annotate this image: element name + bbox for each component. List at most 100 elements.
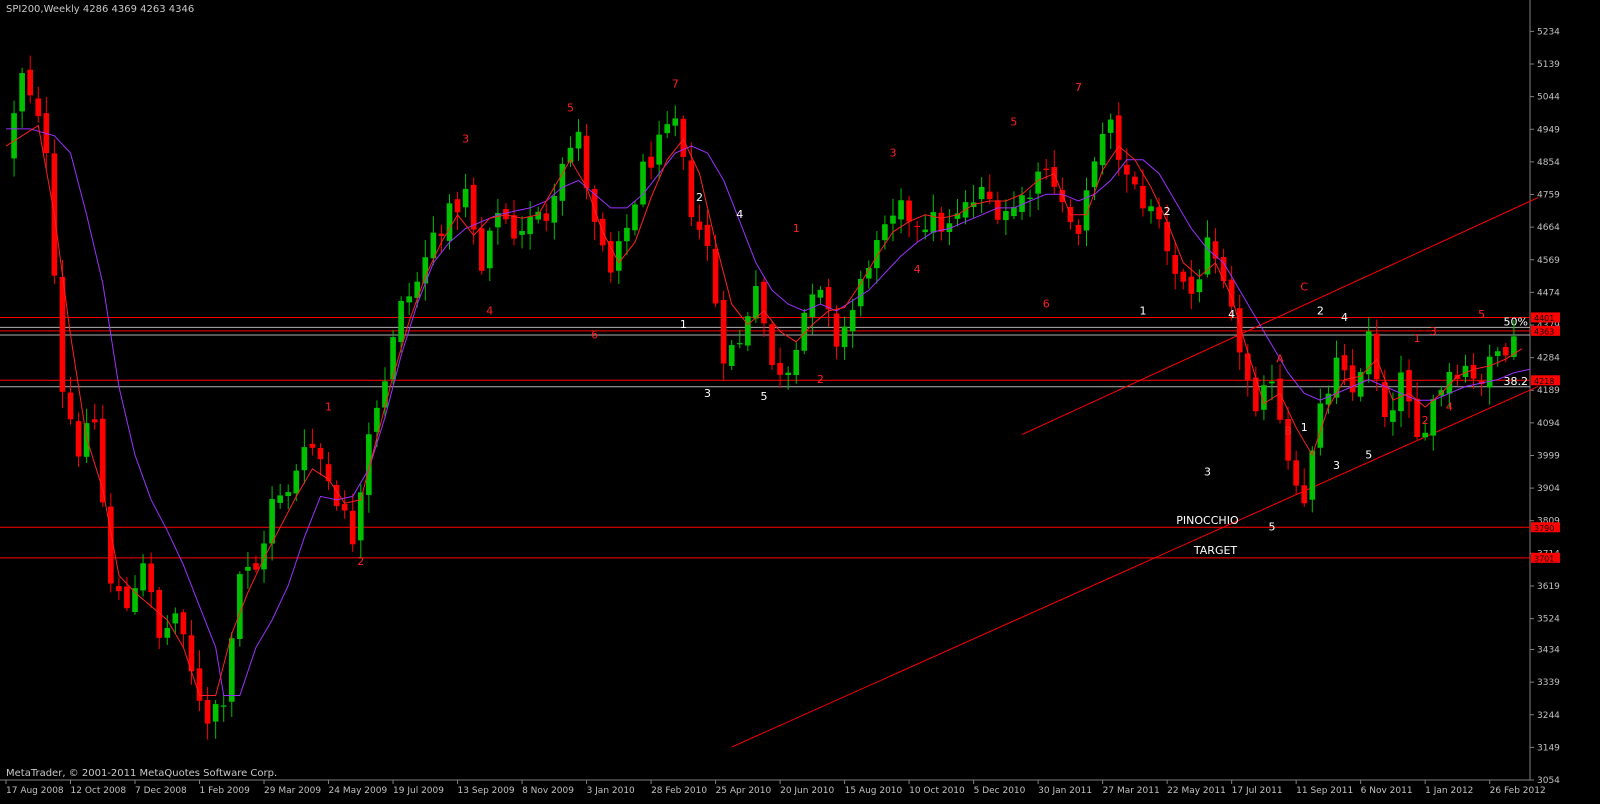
candle-body (59, 276, 66, 392)
candle-body (898, 200, 904, 220)
candle-body (777, 362, 783, 375)
wave-count-label[interactable]: 7 (672, 78, 679, 91)
candle-body (1422, 432, 1428, 438)
candle-body (124, 586, 130, 609)
candle-body (986, 191, 993, 200)
wave-count-label[interactable]: 3 (1333, 459, 1340, 472)
wave-count-label[interactable]: 2 (1317, 304, 1324, 317)
wave-count-label[interactable]: 5 (1268, 521, 1275, 534)
wave-count-label[interactable]: 1 (1139, 304, 1146, 317)
candle-body (228, 638, 235, 702)
wave-count-label[interactable]: 3 (704, 387, 711, 400)
wave-count-label[interactable]: 1 (1414, 332, 1421, 345)
candle-body (390, 337, 396, 380)
wave-count-label[interactable]: 2 (1164, 205, 1171, 218)
ohlc-readout: 4286 4369 4263 4346 (82, 4, 195, 15)
candle-body (1075, 224, 1082, 234)
wave-count-label[interactable]: B (1284, 425, 1292, 438)
candle-body (156, 590, 163, 638)
wave-count-label[interactable]: 3 (889, 146, 896, 159)
wave-count-label[interactable]: 4 (1446, 401, 1453, 414)
wave-count-label[interactable]: 3 (1430, 325, 1437, 338)
candle-body (1494, 351, 1501, 356)
wave-count-label[interactable]: 5 (760, 390, 767, 403)
time-tick-label: 19 Jul 2009 (393, 786, 444, 796)
time-tick-label: 12 Oct 2008 (71, 786, 127, 796)
wave-count-label[interactable]: 4 (1341, 311, 1348, 324)
wave-count-label[interactable]: 2 (817, 373, 824, 386)
time-tick-label: 27 Mar 2011 (1103, 786, 1160, 796)
wave-count-label[interactable]: 4 (1228, 308, 1235, 321)
candle-body (1414, 398, 1420, 438)
candle-body (704, 224, 711, 246)
candle-body (809, 294, 816, 318)
candle-body (1333, 357, 1340, 398)
wave-count-label[interactable]: 5 (567, 102, 574, 115)
wave-count-label[interactable]: 4 (486, 304, 493, 317)
candle-body (1204, 237, 1211, 275)
candle-body (277, 495, 283, 503)
candle-body (728, 345, 735, 366)
wave-count-label[interactable]: 5 (1010, 115, 1017, 128)
wave-count-label[interactable]: 1 (325, 401, 332, 414)
price-tick-label: 4094 (1537, 419, 1560, 429)
candle-body (132, 588, 138, 612)
price-tick-label: 3054 (1537, 776, 1560, 786)
candle-body (454, 199, 461, 213)
wave-count-label[interactable]: 5 (1365, 449, 1372, 462)
price-tick-label: 4474 (1537, 288, 1560, 298)
wave-count-label[interactable]: 2 (1422, 414, 1429, 427)
candle-body (382, 381, 388, 408)
candle-body (841, 326, 848, 348)
chart-text-label[interactable]: PINOCCHIO (1176, 514, 1239, 527)
price-tick-label: 5044 (1537, 93, 1560, 103)
candle-body (470, 184, 477, 230)
price-chart[interactable]: 5234513950444949485447594664456944744379… (0, 0, 1600, 800)
time-tick-label: 29 Mar 2009 (264, 786, 321, 796)
price-tick-label: 3904 (1537, 484, 1560, 494)
candle-body (261, 543, 267, 570)
wave-count-label[interactable]: 4 (736, 208, 743, 221)
candle-body (922, 229, 929, 233)
wave-count-label[interactable]: 1 (793, 222, 800, 235)
time-tick-label: 1 Feb 2009 (200, 786, 251, 796)
chart-text-label[interactable]: TARGET (1193, 544, 1238, 557)
time-tick-label: 11 Sep 2011 (1296, 786, 1353, 796)
candle-body (890, 215, 896, 224)
time-tick-label: 15 Aug 2010 (845, 786, 903, 796)
chart-window[interactable]: 5234513950444949485447594664456944744379… (0, 0, 1600, 800)
candle-body (212, 704, 219, 722)
candle-body (632, 204, 638, 231)
candle-body (543, 213, 550, 221)
price-tick-label: 3524 (1537, 615, 1560, 625)
time-tick-label: 17 Aug 2008 (6, 786, 64, 796)
wave-count-label[interactable]: 6 (591, 328, 598, 341)
wave-count-label[interactable]: 3 (1204, 466, 1211, 479)
candle-body (503, 209, 509, 220)
candle-body (1470, 364, 1477, 379)
candle-body (793, 350, 800, 376)
chart-header: SPI200,Weekly 4286 4369 4263 4346 (6, 4, 194, 15)
candle-body (438, 233, 445, 237)
wave-count-label[interactable]: 2 (357, 555, 364, 568)
wave-count-label[interactable]: 6 (1043, 297, 1050, 310)
wave-count-label[interactable]: 2 (696, 191, 703, 204)
wave-count-label[interactable]: 4 (914, 263, 921, 276)
candle-body (1180, 271, 1187, 282)
wave-count-label[interactable]: 1 (680, 318, 687, 331)
wave-count-label[interactable]: C (1300, 280, 1308, 293)
candle-body (680, 118, 687, 157)
price-level-label: 3701 (1534, 554, 1554, 563)
wave-count-label[interactable]: 3 (462, 133, 469, 146)
candle-body (664, 124, 671, 134)
wave-count-label[interactable]: 7 (1075, 81, 1082, 94)
candle-body (414, 281, 421, 298)
candle-body (1172, 255, 1179, 274)
candle-body (914, 225, 920, 228)
wave-count-label[interactable]: A (1276, 352, 1284, 365)
price-tick-label: 3619 (1537, 582, 1560, 592)
wave-count-label[interactable]: 5 (1478, 308, 1485, 321)
price-tick-label: 3149 (1537, 743, 1560, 753)
wave-count-label[interactable]: 1 (1301, 421, 1308, 434)
candle-body (712, 248, 719, 304)
